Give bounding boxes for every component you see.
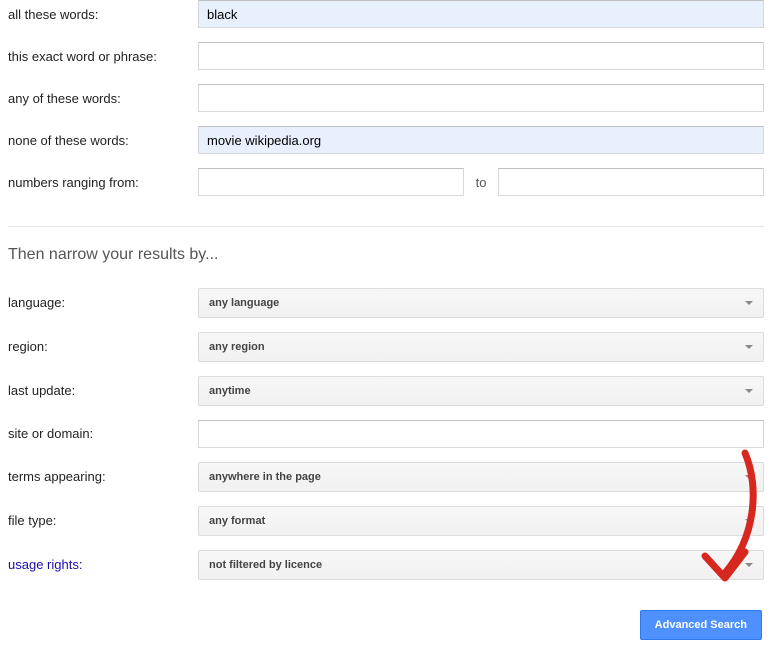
any-words-label: any of these words:: [8, 91, 198, 106]
any-words-input[interactable]: [198, 84, 764, 112]
usage-rights-value: not filtered by licence: [209, 559, 322, 571]
exact-phrase-label: this exact word or phrase:: [8, 49, 198, 64]
number-range-label: numbers ranging from:: [8, 175, 198, 190]
divider: [8, 226, 764, 227]
language-label: language:: [8, 295, 198, 310]
none-words-input[interactable]: [198, 126, 764, 154]
terms-appearing-select[interactable]: anywhere in the page: [198, 462, 764, 492]
last-update-select[interactable]: anytime: [198, 376, 764, 406]
terms-appearing-label: terms appearing:: [8, 469, 198, 484]
language-value: any language: [209, 297, 279, 309]
file-type-value: any format: [209, 515, 265, 527]
file-type-label: file type:: [8, 513, 198, 528]
exact-phrase-input[interactable]: [198, 42, 764, 70]
region-label: region:: [8, 339, 198, 354]
range-to-label: to: [464, 175, 499, 190]
all-words-label: all these words:: [8, 7, 198, 22]
chevron-down-icon: [745, 563, 753, 567]
site-domain-input[interactable]: [198, 420, 764, 448]
range-to-input[interactable]: [498, 168, 764, 196]
chevron-down-icon: [745, 345, 753, 349]
language-select[interactable]: any language: [198, 288, 764, 318]
region-select[interactable]: any region: [198, 332, 764, 362]
site-domain-label: site or domain:: [8, 426, 198, 441]
range-from-input[interactable]: [198, 168, 464, 196]
usage-rights-select[interactable]: not filtered by licence: [198, 550, 764, 580]
chevron-down-icon: [745, 519, 753, 523]
none-words-label: none of these words:: [8, 133, 198, 148]
terms-appearing-value: anywhere in the page: [209, 471, 321, 483]
chevron-down-icon: [745, 301, 753, 305]
advanced-search-button[interactable]: Advanced Search: [640, 610, 762, 640]
file-type-select[interactable]: any format: [198, 506, 764, 536]
all-words-input[interactable]: [198, 0, 764, 28]
region-value: any region: [209, 341, 265, 353]
chevron-down-icon: [745, 475, 753, 479]
usage-rights-label[interactable]: usage rights:: [8, 557, 198, 572]
narrow-heading: Then narrow your results by...: [8, 245, 228, 266]
chevron-down-icon: [745, 389, 753, 393]
last-update-label: last update:: [8, 383, 198, 398]
last-update-value: anytime: [209, 385, 251, 397]
